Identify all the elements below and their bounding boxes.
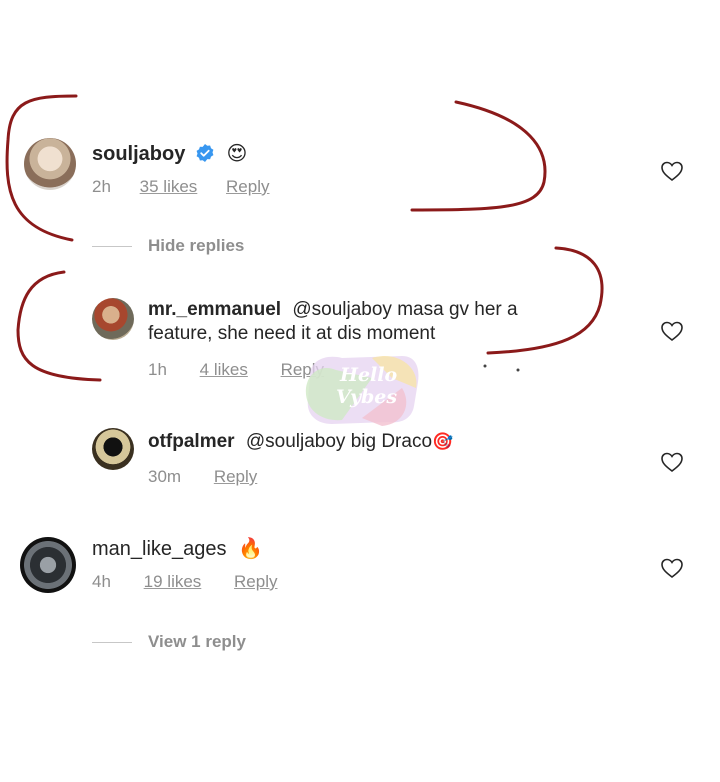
heart-outline-icon[interactable] (660, 451, 684, 473)
watermark-text-line2: Vybes (336, 386, 398, 408)
hide-replies-label[interactable]: Hide replies (148, 236, 244, 256)
avatar-souljaboy[interactable] (24, 138, 76, 190)
comment-timestamp: 4h (92, 572, 111, 591)
comment-username[interactable]: man_like_ages (92, 538, 227, 560)
comment-username[interactable]: souljaboy (92, 143, 185, 165)
thread-divider-line (92, 642, 132, 643)
avatar-otfpalmer[interactable] (92, 428, 134, 470)
view-replies-label[interactable]: View 1 reply (148, 632, 246, 652)
reply-username[interactable]: mr._emmanuel (148, 299, 281, 320)
fire-emoji: 🔥 (238, 538, 263, 560)
reply-button[interactable]: Reply (234, 572, 277, 592)
likes-count-link[interactable]: 19 likes (144, 572, 202, 592)
likes-count-link[interactable]: 35 likes (140, 177, 198, 197)
reply-timestamp: 30m (148, 467, 182, 486)
reply-text-line1: @souljaboy masa gv her a (292, 299, 518, 320)
reply-text: @souljaboy big Draco (245, 431, 433, 452)
likes-count-link[interactable]: 4 likes (200, 360, 248, 380)
heart-outline-icon[interactable] (660, 557, 684, 579)
thread-divider-line (92, 246, 132, 247)
avatar-mr-emmanuel[interactable] (92, 298, 134, 340)
hello-vybes-watermark: Hello Vybes (302, 348, 422, 428)
heart-outline-icon[interactable] (660, 160, 684, 182)
heart-outline-icon[interactable] (660, 320, 684, 342)
heart-eyes-emoji: 😍 (226, 143, 248, 165)
annotation-bracket-left-2 (16, 270, 102, 382)
reply-text-line2: feature, she need it at dis moment (148, 323, 436, 344)
reply-username[interactable]: otfpalmer (148, 431, 235, 452)
reply-button[interactable]: Reply (226, 177, 269, 197)
avatar-man-like-ages[interactable] (20, 537, 76, 593)
watermark-text-line1: Hello (340, 364, 398, 386)
reply-button[interactable]: Reply (214, 467, 257, 487)
annotation-dot (516, 368, 520, 372)
reply-timestamp: 1h (148, 360, 167, 379)
comment-timestamp: 2h (92, 177, 111, 196)
verified-badge-icon (196, 144, 214, 162)
annotation-arc-right-1 (410, 100, 547, 212)
bullseye-emoji: 🎯 (432, 432, 454, 451)
annotation-dot (483, 364, 487, 368)
